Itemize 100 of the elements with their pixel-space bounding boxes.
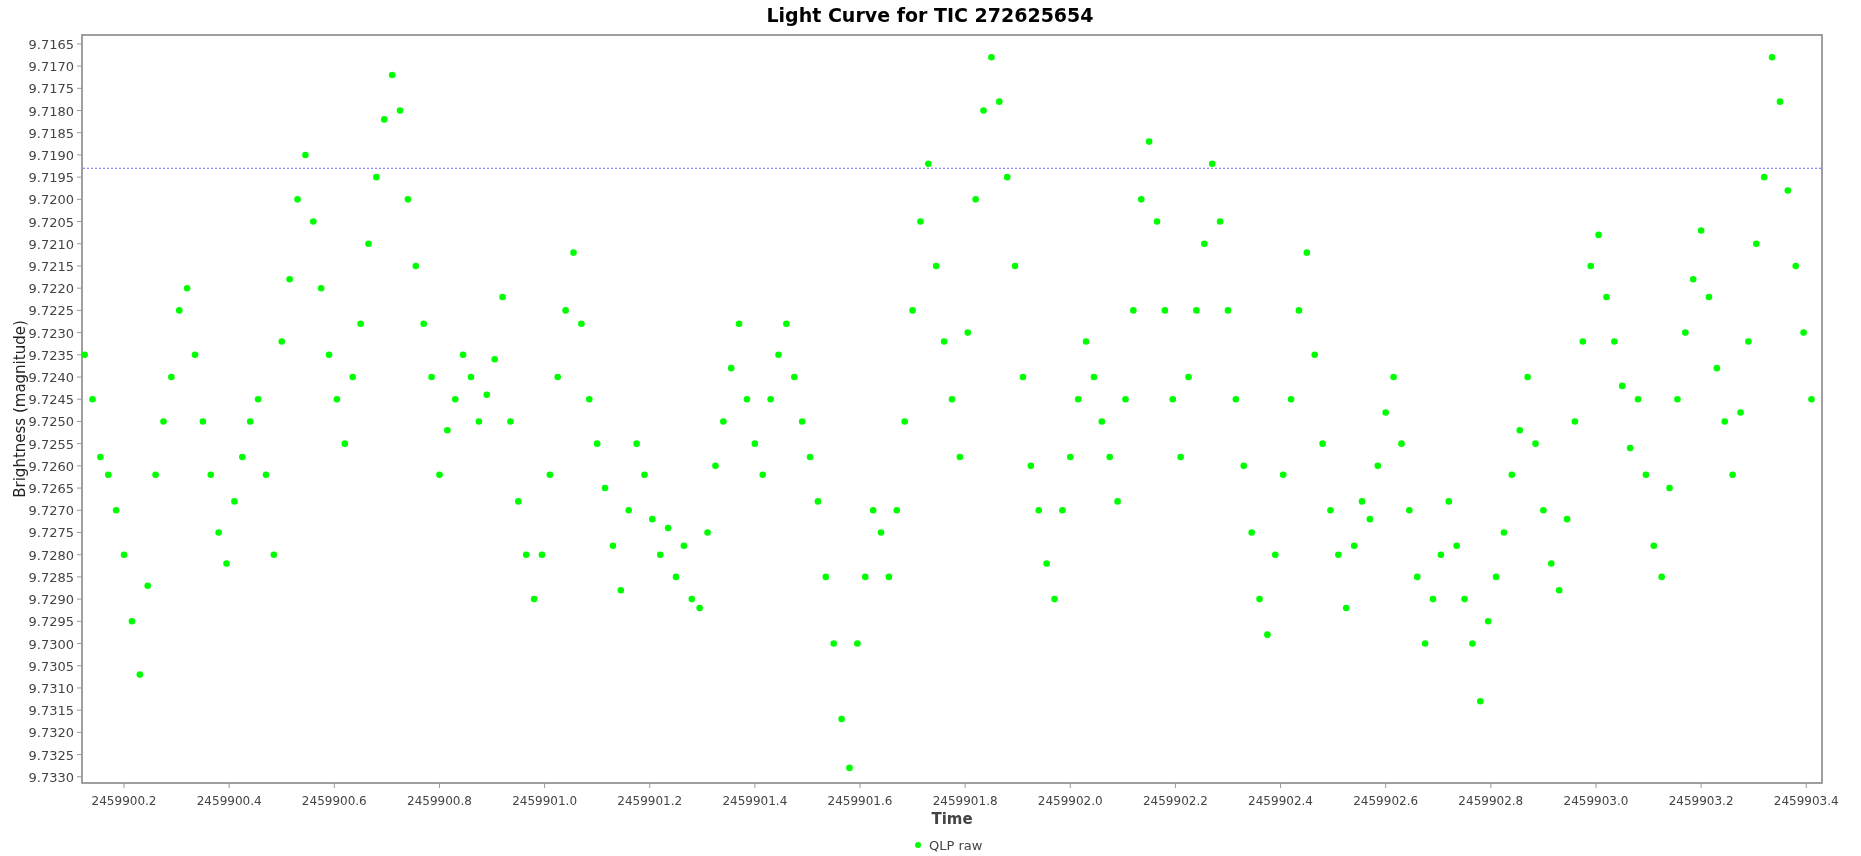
legend-label: QLP raw (929, 838, 983, 853)
data-point (932, 262, 940, 270)
data-point (286, 276, 293, 283)
data-point (1484, 618, 1492, 625)
tick-label: 2459900.4 (196, 794, 262, 808)
data-point (1792, 262, 1799, 270)
tick-label: 9.7240 (28, 370, 74, 385)
data-point (1626, 444, 1634, 452)
tick-label: 9.7215 (28, 258, 74, 274)
data-point (1784, 187, 1792, 194)
data-point (1003, 173, 1011, 181)
data-point (1059, 506, 1066, 514)
data-point (112, 506, 120, 514)
data-point (120, 551, 128, 558)
data-point (1043, 560, 1050, 567)
tick-label: 2459900.2 (91, 794, 157, 808)
data-point (1642, 471, 1650, 479)
data-point (1224, 307, 1232, 314)
data-point (783, 320, 790, 327)
data-point (854, 640, 861, 647)
tick-label: 2459901.4 (722, 794, 788, 808)
data-point (483, 391, 491, 399)
data-point (1753, 240, 1760, 248)
data-point (246, 418, 254, 425)
data-point (1279, 471, 1287, 479)
data-point (302, 151, 309, 159)
data-point (1051, 595, 1058, 603)
data-point (380, 116, 388, 123)
data-point (562, 307, 569, 314)
data-point (980, 107, 987, 114)
data-point (1453, 542, 1460, 550)
data-point (522, 551, 530, 558)
data-point (1074, 395, 1082, 403)
data-point (1358, 498, 1366, 505)
data-point (1248, 529, 1255, 536)
tick-label: 9.7290 (28, 592, 74, 608)
data-point (1437, 551, 1445, 558)
data-point (1272, 551, 1279, 558)
tick-label: 9.7185 (28, 125, 74, 141)
data-point (310, 218, 317, 225)
data-point (1737, 409, 1744, 416)
data-point (325, 351, 333, 359)
data-point (191, 351, 199, 359)
data-point (1571, 418, 1579, 425)
data-point (1264, 631, 1271, 638)
data-point (1729, 471, 1736, 479)
data-point (1682, 329, 1689, 336)
data-point (1398, 440, 1405, 447)
data-point (917, 218, 924, 225)
data-point (262, 471, 270, 479)
data-point (1563, 515, 1571, 523)
data-point (1634, 395, 1642, 403)
tick-label: 2459901.8 (932, 794, 998, 808)
data-point (680, 542, 688, 550)
data-point (901, 418, 908, 425)
data-point (373, 173, 380, 181)
data-point (1035, 506, 1043, 514)
tick-label: 9.7205 (28, 214, 74, 230)
data-point (1603, 293, 1610, 301)
data-point (656, 551, 664, 558)
tick-label: 9.7235 (28, 347, 74, 363)
tick-label: 9.7170 (28, 59, 74, 75)
data-point (1098, 418, 1106, 425)
data-point (664, 524, 672, 532)
data-point (617, 586, 625, 594)
tick-label: 2459903.4 (1773, 794, 1839, 808)
data-point (1413, 573, 1421, 581)
data-point (1090, 373, 1098, 381)
data-point (1808, 395, 1815, 403)
data-point (1406, 506, 1413, 514)
data-point (1760, 173, 1768, 181)
tick-label: 9.7270 (28, 503, 74, 519)
data-point (830, 640, 837, 647)
tick-label: 9.7180 (28, 103, 74, 119)
data-point (1335, 551, 1342, 558)
data-point (1319, 440, 1326, 447)
data-point (144, 582, 151, 590)
data-point (1232, 395, 1240, 403)
data-point (1082, 338, 1090, 345)
data-point (727, 364, 735, 372)
data-point (1067, 453, 1074, 461)
data-point (1721, 418, 1729, 425)
data-point (578, 320, 585, 327)
data-point (554, 373, 562, 381)
data-point (775, 351, 782, 359)
data-point (1705, 293, 1713, 301)
data-point (1595, 231, 1602, 239)
data-point (1208, 160, 1216, 168)
data-point (925, 160, 932, 168)
data-point (1161, 307, 1169, 314)
data-point (1177, 453, 1184, 461)
data-point (1611, 338, 1618, 345)
tick-label: 9.7280 (28, 547, 74, 563)
data-point (341, 440, 349, 447)
data-point (1145, 138, 1153, 145)
tick-label: 9.7295 (28, 614, 74, 630)
tick-label: 9.7300 (28, 636, 74, 652)
tick-label: 9.7230 (28, 325, 74, 341)
data-point (1153, 218, 1161, 225)
data-point (893, 506, 901, 514)
